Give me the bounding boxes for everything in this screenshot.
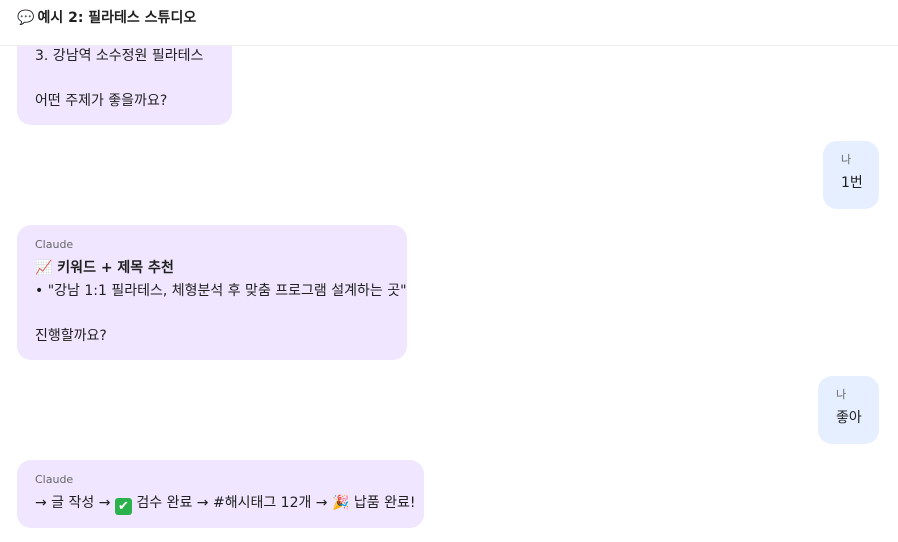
message-line: 3. 강남역 소수정원 필라테스 [35, 48, 204, 64]
check-mark-button-icon: ✔ [114, 498, 132, 515]
message-line: 좋아 [836, 410, 862, 426]
page-title: 💬 예시 2: 필라테스 스튜디오 [17, 9, 196, 27]
assistant-message: Claude 📈 키워드 + 제목 추천 • "강남 1:1 필라테스, 체형분… [17, 225, 407, 360]
message-text: 검수 완료 → #해시태그 12개 → [131, 495, 332, 511]
party-popper-icon: 🎉 [331, 495, 350, 511]
assistant-message: Claude → 글 작성 → ✔ 검수 완료 → #해시태그 12개 → 🎉 … [17, 460, 424, 528]
message-line [35, 68, 214, 91]
message-line: → 글 작성 → ✔ 검수 완료 → #해시태그 12개 → 🎉 납품 완료! [35, 492, 415, 515]
speech-bubble-icon: 💬 [17, 10, 35, 26]
message-line: • "강남 1:1 필라테스, 체형분석 후 맞춤 프로그램 설계하는 곳" [35, 282, 407, 299]
message-line [35, 302, 389, 325]
chat-transcript: 3. 강남역 소수정원 필라테스 어떤 주제가 좋을까요? 나 1번 Claud… [0, 0, 898, 542]
message-text: → 글 작성 → [35, 495, 115, 511]
message-line: 진행할까요? [35, 327, 107, 344]
sender-label: Claude [35, 238, 74, 251]
message-line: 어떤 주제가 좋을까요? [35, 93, 168, 109]
message-text: 납품 완료! [349, 495, 416, 511]
sender-label: 나 [841, 153, 852, 166]
sender-label: Claude [35, 473, 74, 486]
user-message: 나 좋아 [818, 376, 879, 444]
message-line: 1번 [841, 175, 863, 191]
user-message: 나 1번 [823, 141, 879, 209]
sender-label: 나 [836, 388, 847, 401]
chat-header: 💬 예시 2: 필라테스 스튜디오 [0, 0, 898, 46]
page-title-text: 예시 2: 필라테스 스튜디오 [37, 10, 197, 26]
message-heading: 📈 키워드 + 제목 추천 [35, 260, 174, 276]
